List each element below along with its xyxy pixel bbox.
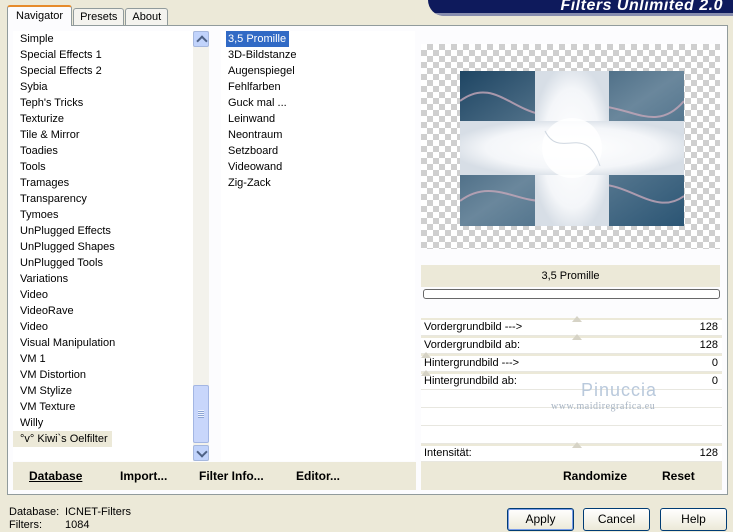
param-value: 0 bbox=[711, 357, 718, 369]
category-item[interactable]: VM Texture bbox=[13, 399, 193, 415]
param-value: 128 bbox=[699, 339, 718, 351]
database-button-label: Database bbox=[29, 469, 83, 483]
category-item[interactable]: VM 1 bbox=[13, 351, 193, 367]
param-value: 0 bbox=[711, 375, 718, 387]
category-item[interactable]: Video bbox=[13, 287, 193, 303]
watermark-url: www.maidiregrafica.eu bbox=[551, 401, 656, 412]
param-slider[interactable] bbox=[421, 316, 722, 322]
category-item[interactable]: Tymoes bbox=[13, 207, 193, 223]
tab-strip: Navigator Presets About bbox=[7, 4, 169, 26]
filter-item[interactable]: Guck mal ... bbox=[221, 95, 415, 111]
cancel-button[interactable]: Cancel bbox=[583, 508, 650, 531]
right-button-bar: Randomize Reset bbox=[421, 462, 722, 490]
apply-button[interactable]: Apply bbox=[507, 508, 574, 531]
param-slider[interactable] bbox=[421, 334, 722, 340]
filter-item[interactable]: Fehlfarben bbox=[221, 79, 415, 95]
parameter-list: Vordergrundbild ---> 128 Vordergrundbild a… bbox=[421, 316, 722, 462]
category-item[interactable]: Tramages bbox=[13, 175, 193, 191]
category-item[interactable]: UnPlugged Tools bbox=[13, 255, 193, 271]
banner-title: Filters Unlimited 2.0 bbox=[560, 0, 723, 14]
database-button[interactable]: Database bbox=[29, 469, 82, 483]
category-item[interactable]: Tools bbox=[13, 159, 193, 175]
filter-item[interactable]: 3D-Bildstanze bbox=[221, 47, 415, 63]
editor-button[interactable]: Editor... bbox=[296, 469, 340, 483]
filter-item[interactable]: Setzboard bbox=[221, 143, 415, 159]
param-row[interactable]: Vordergrundbild ab: 128 bbox=[421, 334, 722, 354]
category-item[interactable]: Toadies bbox=[13, 143, 193, 159]
tab-presets[interactable]: Presets bbox=[73, 8, 125, 26]
randomize-button[interactable]: Randomize bbox=[563, 469, 627, 483]
param-row[interactable]: Hintergrundbild ab: 0 bbox=[421, 370, 722, 390]
filter-item[interactable]: Zig-Zack bbox=[221, 175, 415, 191]
slider-knob[interactable] bbox=[572, 334, 583, 340]
category-item[interactable]: UnPlugged Effects bbox=[13, 223, 193, 239]
current-filter-name: 3,5 Promille bbox=[421, 265, 720, 287]
category-item[interactable]: VM Distortion bbox=[13, 367, 193, 383]
tab-navigator[interactable]: Navigator bbox=[7, 5, 73, 26]
category-item[interactable]: Special Effects 2 bbox=[13, 63, 193, 79]
param-slider[interactable] bbox=[421, 352, 722, 358]
param-slider[interactable] bbox=[421, 442, 722, 448]
product-banner: Filters Unlimited 2.0 bbox=[428, 0, 733, 16]
category-item[interactable]: Tile & Mirror bbox=[13, 127, 193, 143]
filters-label: Filters: bbox=[9, 519, 42, 531]
import-button[interactable]: Import... bbox=[120, 469, 167, 483]
category-item[interactable]: Video bbox=[13, 319, 193, 335]
filter-info-button[interactable]: Filter Info... bbox=[199, 469, 264, 483]
slider-knob[interactable] bbox=[572, 442, 583, 448]
preview-image bbox=[460, 71, 684, 226]
database-label: Database: bbox=[9, 506, 60, 518]
watermark-text: Pinuccia bbox=[581, 380, 658, 400]
database-value: ICNET-Filters bbox=[65, 506, 131, 518]
filter-item[interactable]: Augenspiegel bbox=[221, 63, 415, 79]
category-item[interactable]: °v° Kiwi`s Oelfilter bbox=[13, 431, 112, 447]
slider-knob[interactable] bbox=[572, 316, 583, 322]
param-label: Intensität: bbox=[424, 447, 472, 459]
category-item[interactable]: Simple bbox=[13, 31, 193, 47]
category-item[interactable]: Texturize bbox=[13, 111, 193, 127]
param-label: Hintergrundbild ---> bbox=[424, 357, 520, 369]
scroll-thumb[interactable] bbox=[193, 385, 209, 443]
filter-item[interactable]: Videowand bbox=[221, 159, 415, 175]
filter-list[interactable]: 3,5 Promille 3D-Bildstanze Augenspiegel Feh… bbox=[221, 31, 415, 461]
category-list[interactable]: Simple Special Effects 1 Special Effects 2… bbox=[13, 31, 193, 461]
filters-count: 1084 bbox=[65, 519, 90, 531]
param-label: Vordergrundbild ---> bbox=[424, 321, 523, 333]
param-value: 128 bbox=[699, 321, 718, 333]
category-item[interactable]: Transparency bbox=[13, 191, 193, 207]
filter-item[interactable]: Neontraum bbox=[221, 127, 415, 143]
footer-info: Database: ICNET-Filters Filters: 1084 bbox=[9, 506, 131, 532]
category-scrollbar[interactable] bbox=[193, 31, 209, 461]
preview-area bbox=[421, 44, 720, 249]
param-row[interactable]: Intensität: 128 bbox=[421, 442, 722, 462]
left-button-bar: Database Import... Filter Info... Editor… bbox=[13, 462, 416, 490]
category-item[interactable]: Teph's Tricks bbox=[13, 95, 193, 111]
category-item[interactable]: Sybia bbox=[13, 79, 193, 95]
progress-bar bbox=[423, 289, 720, 299]
category-item[interactable]: VM Stylize bbox=[13, 383, 193, 399]
category-item[interactable]: UnPlugged Shapes bbox=[13, 239, 193, 255]
scroll-up-button[interactable] bbox=[193, 31, 209, 47]
param-label: Hintergrundbild ab: bbox=[424, 375, 517, 387]
category-item[interactable]: VideoRave bbox=[13, 303, 193, 319]
tab-about[interactable]: About bbox=[125, 8, 169, 26]
param-row[interactable]: Hintergrundbild ---> 0 bbox=[421, 352, 722, 372]
category-item[interactable]: Visual Manipulation bbox=[13, 335, 193, 351]
category-item[interactable]: Willy bbox=[13, 415, 193, 431]
category-item[interactable]: Variations bbox=[13, 271, 193, 287]
param-slider[interactable] bbox=[421, 370, 722, 376]
param-value: 128 bbox=[699, 447, 718, 459]
filter-item[interactable]: Leinwand bbox=[221, 111, 415, 127]
filter-item[interactable]: 3,5 Promille bbox=[226, 31, 290, 47]
param-label: Vordergrundbild ab: bbox=[424, 339, 521, 351]
scroll-down-button[interactable] bbox=[193, 445, 209, 461]
reset-button[interactable]: Reset bbox=[662, 469, 695, 483]
help-button[interactable]: Help bbox=[660, 508, 727, 531]
category-item[interactable]: Special Effects 1 bbox=[13, 47, 193, 63]
